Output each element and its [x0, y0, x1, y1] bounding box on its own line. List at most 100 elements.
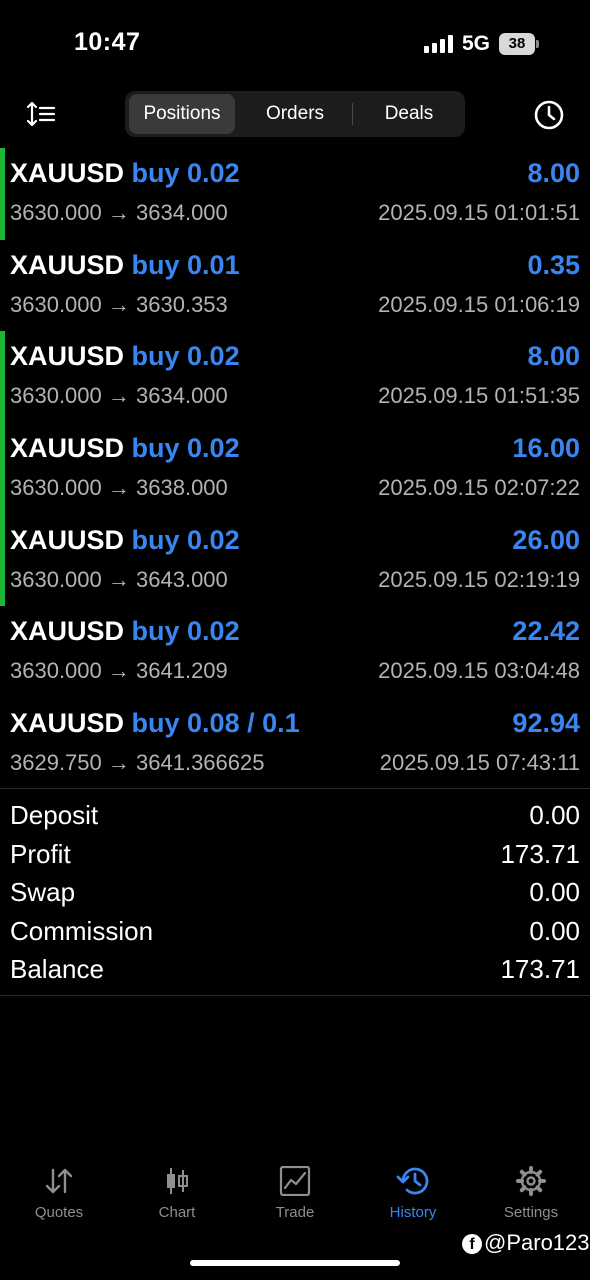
position-prices: 3629.750 → 3641.366625	[10, 750, 264, 776]
gear-icon	[516, 1166, 546, 1196]
position-side-volume: buy 0.02	[131, 616, 240, 647]
position-symbol: XAUUSD	[10, 341, 125, 372]
history-toolbar: Positions Orders Deals	[0, 90, 590, 138]
position-side-volume: buy 0.02	[131, 341, 240, 372]
position-profit: 26.00	[512, 524, 580, 555]
position-profit: 8.00	[527, 158, 580, 188]
price-arrow: →	[107, 475, 130, 501]
price-arrow: →	[107, 200, 130, 225]
summary-row-commission: Commission 0.00	[0, 912, 590, 951]
position-prices: 3630.000 → 3638.000	[10, 475, 228, 501]
sort-icon[interactable]	[26, 100, 56, 128]
watermark: f @Paro123	[462, 1230, 590, 1256]
position-prices: 3630.000 → 3643.000	[10, 567, 228, 593]
battery-level: 38	[499, 33, 535, 55]
close-price: 3641.209	[136, 658, 228, 684]
summary-label: Swap	[10, 877, 76, 908]
position-profit: 22.42	[512, 616, 580, 647]
price-arrow: →	[107, 291, 130, 317]
close-price: 3630.353	[136, 291, 228, 317]
position-profit: 16.00	[512, 433, 580, 464]
open-price: 3629.750	[10, 750, 102, 776]
position-prices: 3630.000 → 3634.000	[10, 200, 228, 226]
position-symbol: XAUUSD	[10, 616, 125, 647]
position-time: 2025.09.15 01:06:19	[378, 291, 580, 317]
position-row[interactable]: XAUUSD buy 0.02 26.00 3630.000 → 3643.00…	[0, 514, 590, 607]
bottom-tab-bar: Quotes Chart Trade History Settings	[0, 1160, 590, 1240]
price-arrow: →	[107, 750, 130, 776]
position-time: 2025.09.15 02:19:19	[378, 566, 580, 592]
position-title: XAUUSD buy 0.08 / 0.1	[10, 708, 300, 739]
profit-indicator-bar	[0, 331, 5, 424]
position-side-volume: buy 0.02	[131, 158, 240, 188]
tab-orders[interactable]: Orders	[240, 94, 350, 134]
summary-label: Deposit	[10, 800, 99, 830]
price-arrow: →	[107, 566, 130, 592]
open-price: 3630.000	[10, 658, 102, 684]
position-profit: 92.94	[512, 708, 580, 739]
position-profit: 0.35	[527, 249, 580, 280]
period-clock-icon[interactable]	[533, 99, 565, 131]
network-type: 5G	[462, 32, 491, 55]
position-row[interactable]: XAUUSD buy 0.02 8.00 3630.000 → 3634.000…	[0, 331, 590, 424]
position-title: XAUUSD buy 0.01	[10, 250, 240, 281]
open-price: 3630.000	[10, 475, 102, 501]
profit-indicator-bar	[0, 148, 5, 240]
positions-list: XAUUSD buy 0.02 8.00 3630.000 → 3634.000…	[0, 148, 590, 790]
position-side-volume: buy 0.02	[131, 433, 240, 464]
summary-section: Deposit 0.00 Profit 173.71 Swap 0.00 Com…	[0, 796, 590, 989]
tab-history[interactable]: History	[354, 1160, 472, 1230]
open-price: 3630.000	[10, 291, 102, 317]
summary-label: Balance	[10, 954, 104, 985]
tab-label: Chart	[158, 1204, 196, 1221]
candlestick-icon	[167, 1168, 188, 1194]
history-segmented-control: Positions Orders Deals	[125, 91, 465, 137]
cellular-signal-icon	[424, 35, 454, 53]
list-divider	[0, 788, 590, 789]
segment-divider	[352, 103, 353, 125]
tab-label: History	[389, 1204, 437, 1221]
summary-row-deposit: Deposit 0.00	[0, 796, 590, 835]
tab-chart[interactable]: Chart	[118, 1160, 236, 1230]
position-symbol: XAUUSD	[10, 708, 125, 739]
position-title: XAUUSD buy 0.02	[10, 158, 240, 189]
close-price: 3638.000	[136, 475, 228, 501]
position-prices: 3630.000 → 3630.353	[10, 292, 228, 318]
summary-value: 173.71	[500, 954, 580, 985]
position-prices: 3630.000 → 3641.209	[10, 658, 228, 684]
position-row[interactable]: XAUUSD buy 0.02 16.00 3630.000 → 3638.00…	[0, 423, 590, 515]
close-price: 3634.000	[136, 383, 228, 409]
position-side-volume: buy 0.02	[131, 524, 240, 555]
open-price: 3630.000	[10, 200, 102, 225]
arrows-up-down-icon	[45, 1168, 73, 1194]
position-time: 2025.09.15 01:51:35	[378, 383, 580, 409]
tab-settings[interactable]: Settings	[472, 1160, 590, 1230]
profit-indicator-bar	[0, 514, 5, 607]
position-symbol: XAUUSD	[10, 249, 125, 280]
summary-label: Commission	[10, 915, 154, 946]
summary-value: 0.00	[529, 915, 580, 946]
tab-trade[interactable]: Trade	[236, 1160, 354, 1230]
summary-label: Profit	[10, 838, 71, 869]
position-row[interactable]: XAUUSD buy 0.02 8.00 3630.000 → 3634.000…	[0, 148, 590, 240]
position-row[interactable]: XAUUSD buy 0.08 / 0.1 92.94 3629.750 → 3…	[0, 698, 590, 790]
position-symbol: XAUUSD	[10, 158, 125, 188]
position-row[interactable]: XAUUSD buy 0.01 0.35 3630.000 → 3630.353…	[0, 240, 590, 332]
tab-quotes[interactable]: Quotes	[0, 1160, 118, 1230]
position-profit: 8.00	[527, 341, 580, 372]
position-row[interactable]: XAUUSD buy 0.02 22.42 3630.000 → 3641.20…	[0, 606, 590, 698]
position-side-volume: buy 0.01	[131, 249, 240, 280]
tab-label: Settings	[503, 1204, 559, 1221]
position-time: 2025.09.15 01:01:51	[378, 200, 580, 225]
open-price: 3630.000	[10, 566, 102, 592]
tab-deals[interactable]: Deals	[355, 94, 463, 134]
position-time: 2025.09.15 03:04:48	[378, 658, 580, 684]
tab-positions[interactable]: Positions	[129, 94, 235, 134]
close-price: 3641.366625	[136, 750, 265, 776]
position-prices: 3630.000 → 3634.000	[10, 383, 228, 409]
summary-row-swap: Swap 0.00	[0, 873, 590, 912]
price-arrow: →	[107, 383, 130, 409]
summary-value: 0.00	[529, 800, 580, 830]
home-indicator[interactable]	[190, 1260, 400, 1266]
position-symbol: XAUUSD	[10, 433, 125, 464]
